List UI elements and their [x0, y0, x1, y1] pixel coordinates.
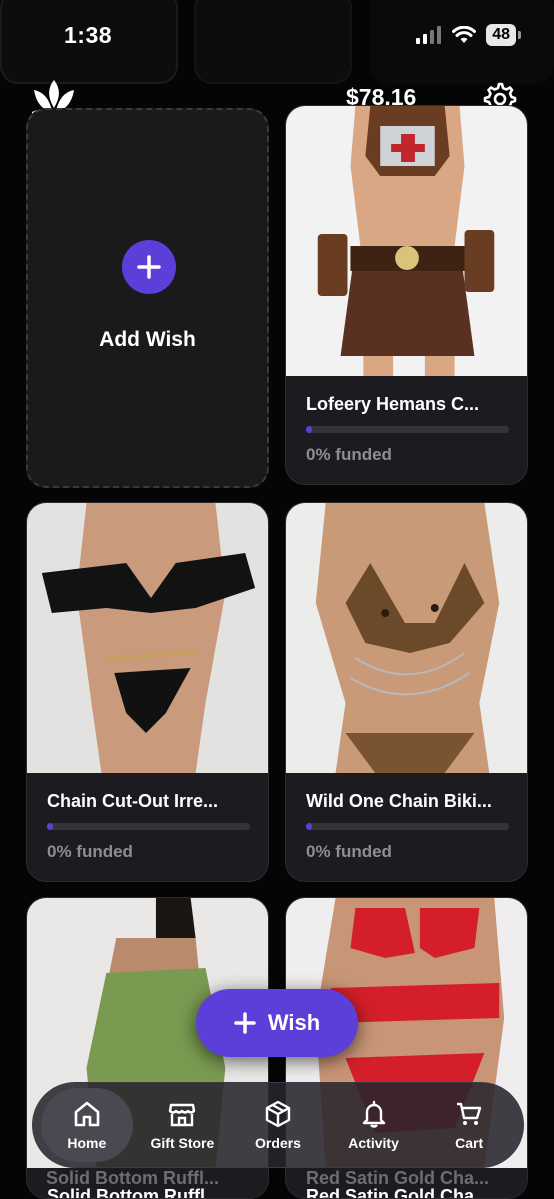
plus-icon: [137, 255, 161, 279]
funding-progress-fill: [47, 823, 53, 830]
store-icon: [169, 1103, 196, 1127]
tab-label: Orders: [255, 1135, 301, 1151]
background-card-ghost: [194, 0, 352, 84]
add-wish-label: Add Wish: [99, 328, 196, 351]
funded-status: 0% funded: [47, 842, 133, 861]
box-icon: [265, 1100, 291, 1128]
funding-progress-fill: [306, 426, 312, 433]
product-image: [286, 106, 527, 376]
wish-card[interactable]: Lofeery Hemans C... 0% funded: [285, 105, 528, 485]
cart-icon: [457, 1102, 482, 1125]
tab-label: Activity: [348, 1135, 399, 1151]
bell-icon: [362, 1100, 385, 1128]
wish-title-peek: Solid Bottom Ruffl...: [46, 1168, 219, 1188]
add-wish-button[interactable]: [122, 240, 176, 294]
tab-label: Home: [67, 1135, 107, 1151]
tab-cart[interactable]: Cart: [423, 1088, 515, 1162]
tab-home[interactable]: Home: [40, 1088, 133, 1162]
bottom-tab-bar: Home Gift Store Orders Activity Cart: [32, 1082, 524, 1168]
tab-label: Gift Store: [150, 1135, 215, 1151]
tab-gift-store[interactable]: Gift Store: [136, 1088, 228, 1162]
add-wish-card[interactable]: Add Wish: [26, 108, 269, 488]
wish-title: Lofeery Hemans C...: [306, 394, 480, 414]
signal-icon: [416, 26, 442, 44]
wish-title: Chain Cut-Out Irre...: [47, 791, 218, 811]
funding-progress-bar: [306, 426, 509, 433]
wish-title-peek: Red Satin Gold Cha...: [306, 1168, 490, 1188]
plus-icon: [234, 1012, 256, 1034]
wish-title: Wild One Chain Biki...: [306, 791, 492, 811]
wish-card[interactable]: Chain Cut-Out Irre... 0% funded: [26, 502, 269, 882]
new-wish-button[interactable]: Wish: [196, 989, 358, 1057]
tab-activity[interactable]: Activity: [328, 1088, 420, 1162]
status-time: 1:38: [64, 22, 113, 48]
battery-indicator: 48: [486, 24, 521, 46]
home-icon: [74, 1101, 100, 1127]
tab-orders[interactable]: Orders: [232, 1088, 324, 1162]
new-wish-label: Wish: [267, 1010, 321, 1035]
wifi-icon: [452, 26, 477, 43]
status-bar: 1:38 48: [0, 0, 554, 84]
funded-status: 0% funded: [306, 842, 392, 861]
funding-progress-bar: [306, 823, 509, 830]
product-image: [27, 503, 268, 773]
product-image: [286, 503, 527, 773]
funding-progress-bar: [47, 823, 250, 830]
funded-status: 0% funded: [306, 445, 392, 464]
tab-label: Cart: [455, 1135, 484, 1151]
funding-progress-fill: [306, 823, 312, 830]
wish-card[interactable]: Wild One Chain Biki... 0% funded: [285, 502, 528, 882]
status-icons: 48: [416, 24, 521, 46]
